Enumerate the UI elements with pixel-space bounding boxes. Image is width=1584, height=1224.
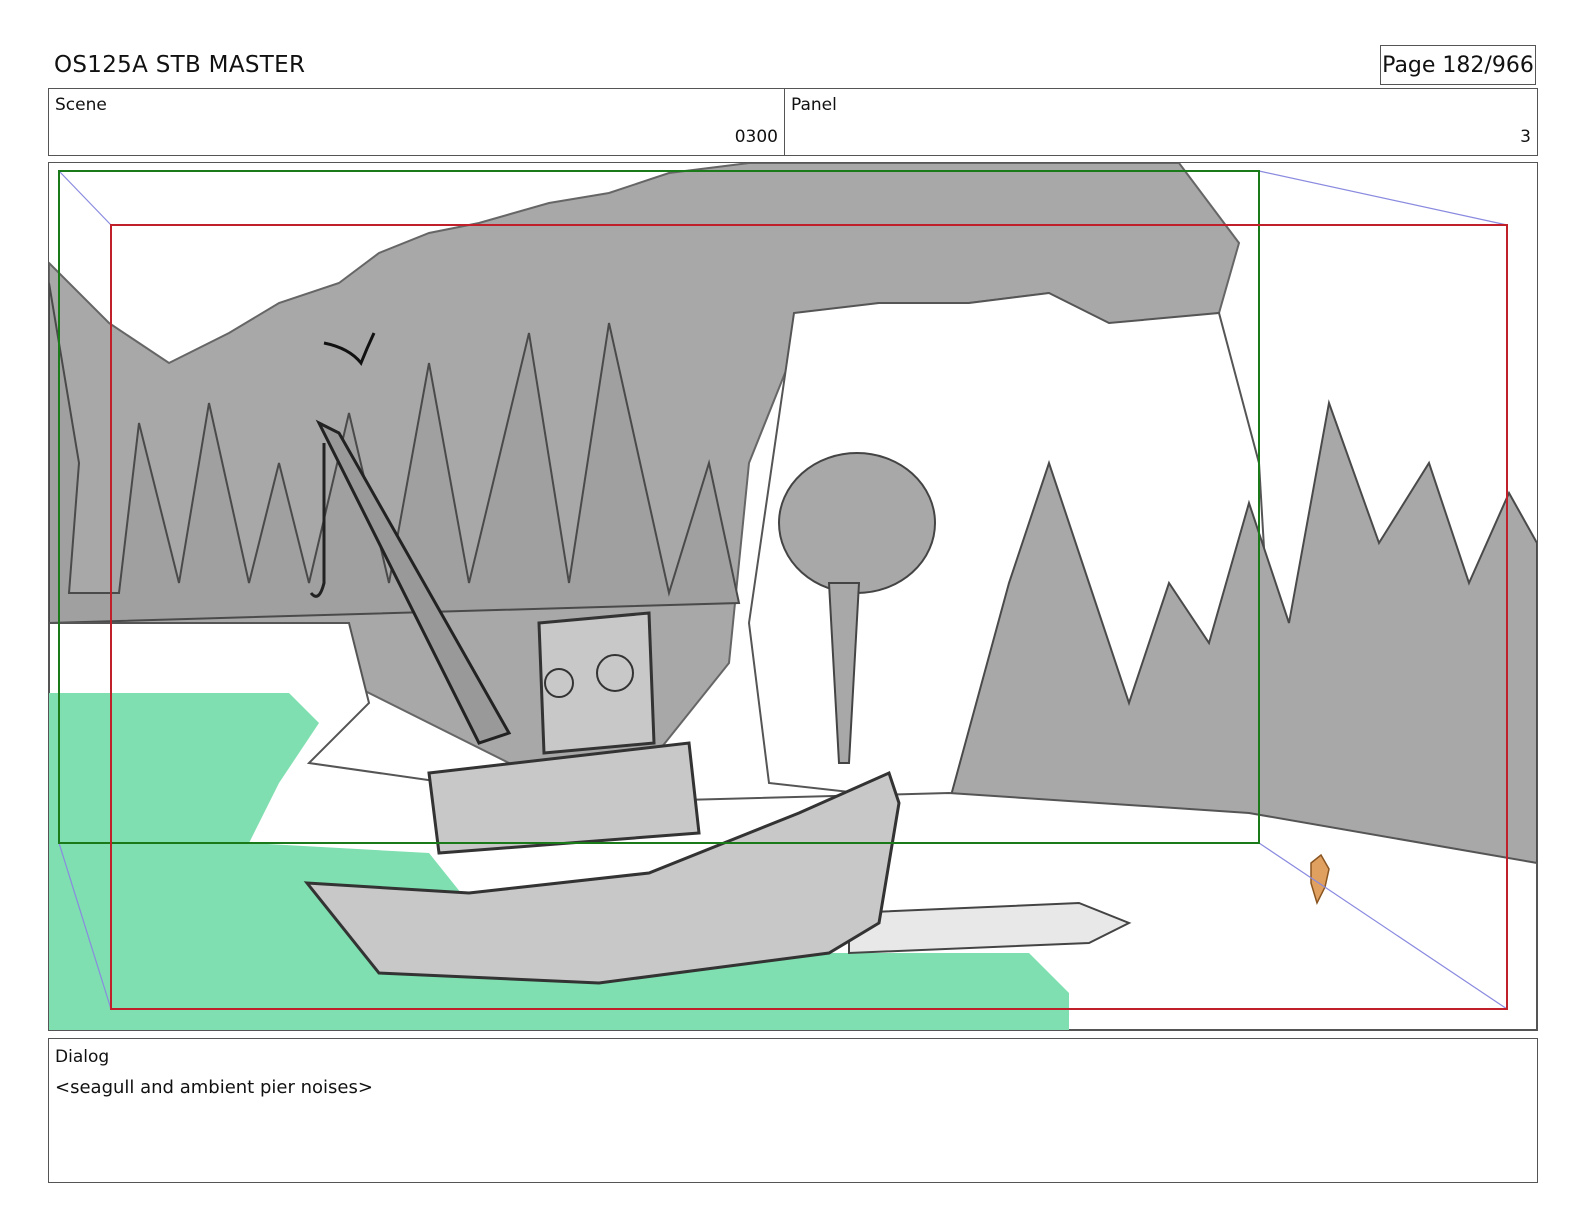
scene-value: 0300 <box>734 127 778 147</box>
panel-cell: Panel 3 <box>785 89 1537 155</box>
scene-cell: Scene 0300 <box>49 89 785 155</box>
round-tree-canopy <box>778 452 936 594</box>
page-number-box: Page 182/966 <box>1380 45 1536 85</box>
scene-panel-row: Scene 0300 Panel 3 <box>48 88 1538 156</box>
camera-path-top-left <box>58 170 112 226</box>
dialog-text: <seagull and ambient pier noises> <box>55 1077 373 1098</box>
storyboard-panel-artwork <box>48 162 1538 1031</box>
document-title: OS125A STB MASTER <box>54 52 306 78</box>
boat-cabin <box>427 741 701 855</box>
panel-label: Panel <box>791 95 837 115</box>
page-number: Page 182/966 <box>1382 52 1534 78</box>
panel-value: 3 <box>1520 127 1531 147</box>
scene-label: Scene <box>55 95 107 115</box>
storyboard-sketch <box>49 163 1537 1030</box>
dialog-label: Dialog <box>55 1047 110 1067</box>
boat-wheelhouse <box>537 611 656 755</box>
dialog-box: Dialog <seagull and ambient pier noises> <box>48 1038 1538 1183</box>
camera-path-top-right <box>1258 170 1508 226</box>
